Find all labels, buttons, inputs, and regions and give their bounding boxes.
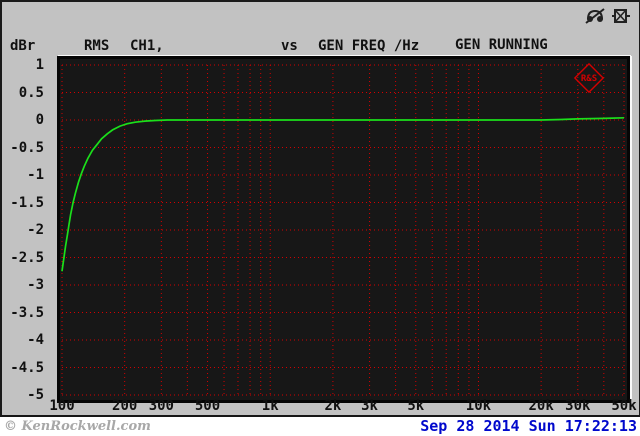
y-tick-label: -2 <box>27 222 44 238</box>
y-tick-label: -1.5 <box>10 194 44 211</box>
rohde-schwarz-logo: R&S <box>573 62 605 94</box>
y-tick-label: -3.5 <box>10 304 44 321</box>
timestamp: Sep 28 2014 Sun 17:22:13 <box>420 417 637 435</box>
x-tick-label: 100 <box>49 398 75 414</box>
speaker-muted-icon <box>612 9 630 23</box>
x-tick-label: 500 <box>194 398 221 414</box>
x-tick-label: 5k <box>407 398 425 414</box>
plot-area: R&S <box>57 56 630 403</box>
y-tick-label: -5 <box>27 387 44 403</box>
svg-text:R&S: R&S <box>581 74 597 84</box>
y-unit-label: dBr <box>10 38 36 54</box>
x-tick-label: 30k <box>565 398 591 414</box>
x-axis-title: GEN FREQ /Hz <box>318 38 420 54</box>
response-plot: R&S <box>61 62 625 396</box>
detector-label: RMS <box>84 38 110 54</box>
status-generator: GEN RUNNING <box>455 37 548 53</box>
x-tick-label: 50k <box>611 398 637 414</box>
x-tick-label: 200 <box>112 398 138 414</box>
y-tick-label: 0.5 <box>18 84 44 101</box>
y-tick-label: 0 <box>35 112 44 128</box>
y-tick-label: -3 <box>27 277 44 293</box>
y-tick-label: 1 <box>35 57 44 73</box>
y-tick-label: -4 <box>27 332 44 348</box>
x-tick-label: 1k <box>261 398 279 414</box>
headphones-muted-icon <box>585 8 605 24</box>
vs-label: vs <box>281 38 298 54</box>
x-tick-label: 300 <box>148 398 174 414</box>
x-tick-label: 2k <box>324 398 342 414</box>
x-tick-label: 20k <box>528 398 554 414</box>
y-tick-label: -1 <box>27 167 44 183</box>
y-tick-label: -4.5 <box>10 359 44 376</box>
y-tick-label: -0.5 <box>10 139 44 156</box>
channel-label: CH1, <box>130 38 164 54</box>
y-tick-label: -2.5 <box>10 249 44 266</box>
analyzer-screen: dBr RMS CH1, vs GEN FREQ /Hz GEN RUNNING… <box>0 0 640 436</box>
output-icons <box>585 7 633 25</box>
x-tick-label: 3k <box>361 398 378 414</box>
watermark: © KenRockwell.com <box>4 419 151 434</box>
response-curve <box>61 116 625 272</box>
footer-strip: © KenRockwell.com Sep 28 2014 Sun 17:22:… <box>0 415 640 436</box>
x-tick-label: 10k <box>465 398 492 414</box>
